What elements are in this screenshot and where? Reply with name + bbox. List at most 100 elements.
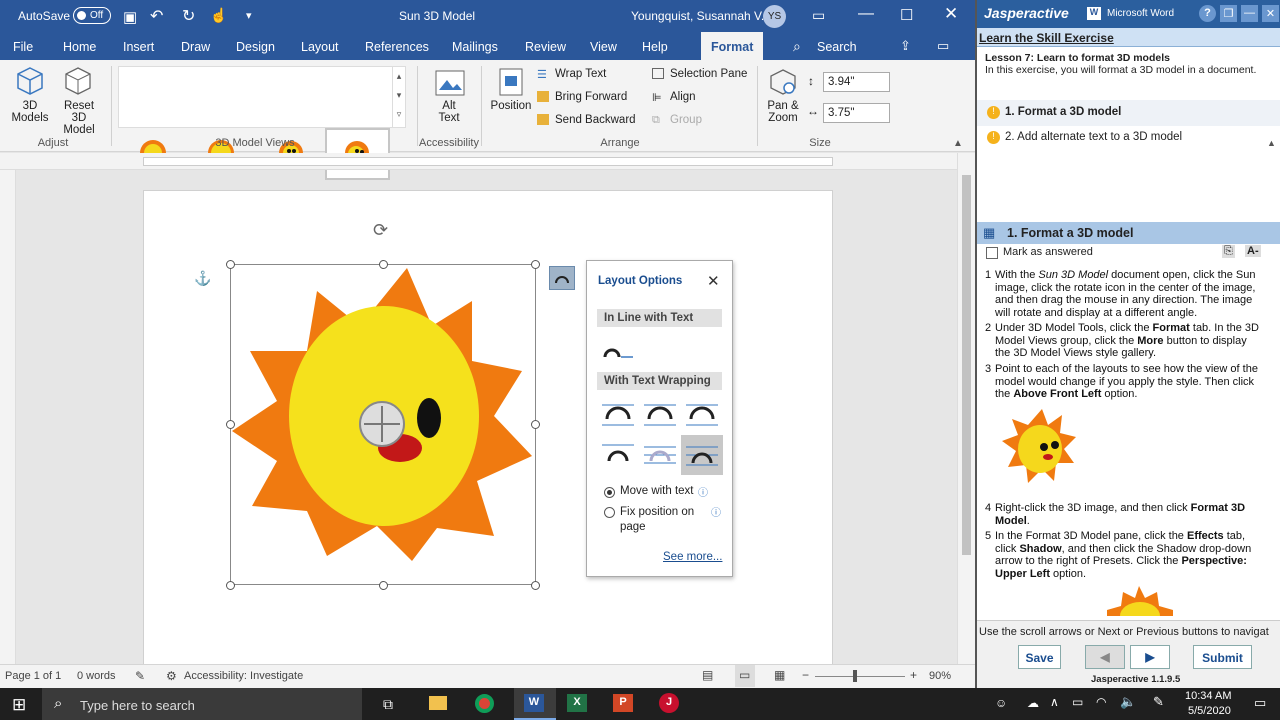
user-avatar[interactable]: YS — [763, 5, 786, 28]
network-icon[interactable]: ▭ — [1072, 695, 1083, 709]
people-icon[interactable]: ☺ — [995, 696, 1007, 710]
zoom-slider-thumb[interactable] — [853, 670, 857, 682]
undo-icon[interactable]: ↶ — [150, 6, 163, 26]
restore-icon[interactable]: ❐ — [1220, 5, 1237, 22]
print-layout-icon[interactable]: ▭ — [735, 665, 755, 687]
minimize-icon[interactable]: — — [1241, 5, 1258, 22]
accessibility-status[interactable]: Accessibility: Investigate — [184, 670, 303, 682]
read-mode-icon[interactable]: ▤ — [702, 668, 713, 682]
onedrive-icon[interactable]: ☁ — [1027, 696, 1039, 710]
previous-button[interactable]: ◀ — [1085, 645, 1125, 669]
maximize-icon[interactable]: ☐ — [900, 6, 913, 24]
close-icon[interactable]: ✕ — [1262, 5, 1279, 22]
volume-icon[interactable]: 🔈 — [1120, 694, 1136, 710]
zoom-slider[interactable] — [815, 676, 905, 677]
wrap-tight-icon[interactable] — [643, 399, 677, 429]
wifi-icon[interactable]: ◠ — [1096, 695, 1106, 709]
copy-icon[interactable]: ⎘ — [1222, 245, 1235, 258]
wrap-through-icon[interactable] — [685, 399, 719, 429]
comments-icon[interactable]: ▭ — [937, 38, 949, 54]
width-input[interactable]: 3.75" — [823, 103, 890, 123]
sun-3d-model-image[interactable] — [232, 266, 532, 566]
zoom-out-icon[interactable]: − — [802, 668, 809, 682]
tab-draw[interactable]: Draw — [181, 40, 210, 54]
customize-qat-icon[interactable]: ▾ — [246, 9, 252, 22]
jasperactive-app-icon[interactable]: J — [659, 693, 679, 713]
zoom-in-icon[interactable]: + — [910, 668, 917, 682]
web-layout-icon[interactable]: ▦ — [774, 668, 785, 682]
taskbar-word-active[interactable]: W — [514, 688, 556, 720]
fix-position-radio[interactable] — [604, 507, 615, 518]
tab-design[interactable]: Design — [236, 40, 275, 54]
rotate-handle-icon[interactable]: ⟳ — [373, 220, 388, 241]
horizontal-ruler[interactable] — [0, 153, 957, 170]
wrap-square-icon[interactable] — [601, 399, 635, 429]
gallery-scroll[interactable]: ▴ ▾ ▿ — [392, 67, 405, 127]
tab-home[interactable]: Home — [63, 40, 96, 54]
word-count[interactable]: 0 words — [77, 670, 116, 682]
collapse-ribbon-icon[interactable]: ▲ — [953, 138, 963, 149]
selection-pane-button[interactable]: Selection Pane — [670, 68, 747, 80]
close-icon[interactable]: ✕ — [707, 272, 720, 290]
tab-help[interactable]: Help — [642, 40, 668, 54]
wrap-inline-icon[interactable] — [601, 337, 635, 367]
group-button[interactable]: Group — [670, 114, 702, 126]
wrap-top-bottom-icon[interactable] — [601, 441, 635, 471]
submit-button[interactable]: Submit — [1193, 645, 1252, 669]
show-hidden-icons[interactable]: ∧ — [1050, 695, 1059, 709]
reset-3d-model-button[interactable]: Reset 3D Model — [56, 100, 102, 136]
chevron-up-icon[interactable]: ▲ — [1267, 138, 1276, 148]
resize-handle[interactable] — [531, 581, 540, 590]
height-input[interactable]: 3.94" — [823, 72, 890, 92]
close-icon[interactable]: ✕ — [944, 4, 958, 24]
save-button[interactable]: Save — [1018, 645, 1061, 669]
mark-answered-checkbox[interactable] — [986, 247, 998, 259]
proofing-icon[interactable]: ✎ — [135, 669, 145, 683]
resize-handle[interactable] — [226, 581, 235, 590]
bring-forward-button[interactable]: Bring Forward — [555, 91, 627, 103]
tab-review[interactable]: Review — [525, 40, 566, 54]
notifications-icon[interactable]: ▭ — [1254, 695, 1266, 711]
tab-insert[interactable]: Insert — [123, 40, 154, 54]
touch-mode-icon[interactable]: ☝ — [210, 7, 227, 24]
redo-icon[interactable]: ↻ — [182, 6, 195, 26]
resize-handle[interactable] — [379, 581, 388, 590]
file-explorer-icon[interactable] — [429, 696, 447, 710]
search-box[interactable]: Search — [817, 40, 857, 54]
task-list-item[interactable]: ! 2. Add alternate text to a 3D model — [977, 126, 1280, 150]
resize-handle[interactable] — [531, 420, 540, 429]
windows-start-icon[interactable]: ⊞ — [12, 695, 26, 715]
alt-text-button[interactable]: Alt Text — [434, 100, 464, 124]
excel-icon[interactable]: X — [567, 694, 587, 712]
wrap-in-front-icon[interactable] — [685, 441, 719, 471]
input-method-icon[interactable]: ✎ — [1153, 694, 1164, 710]
tab-mailings[interactable]: Mailings — [452, 40, 498, 54]
clock-time[interactable]: 10:34 AM — [1185, 690, 1231, 702]
info-icon[interactable]: ⓘ — [711, 504, 721, 519]
task-view-icon[interactable]: ⧉ — [383, 696, 393, 713]
tab-format[interactable]: Format — [701, 32, 764, 60]
position-button[interactable]: Position — [488, 100, 534, 112]
next-button[interactable]: ▶ — [1130, 645, 1170, 669]
resize-handle[interactable] — [531, 260, 540, 269]
tab-references[interactable]: References — [365, 40, 429, 54]
wrap-text-button[interactable]: Wrap Text — [555, 68, 606, 80]
decrease-font-icon[interactable]: A- — [1245, 245, 1261, 257]
tab-layout[interactable]: Layout — [301, 40, 339, 54]
clock-date[interactable]: 5/5/2020 — [1188, 705, 1231, 717]
taskbar-search[interactable]: ⌕ Type here to search — [42, 688, 362, 720]
tab-view[interactable]: View — [590, 40, 617, 54]
vertical-scrollbar[interactable] — [957, 153, 975, 664]
3d-models-button[interactable]: 3D Models — [4, 100, 56, 124]
help-icon[interactable]: ? — [1199, 5, 1216, 22]
layout-options-button[interactable] — [549, 266, 575, 290]
wrap-behind-text-icon[interactable] — [643, 441, 677, 471]
see-more-link[interactable]: See more... — [663, 551, 722, 563]
pan-zoom-button[interactable]: Pan & Zoom — [762, 100, 804, 124]
vertical-ruler[interactable] — [0, 170, 16, 664]
info-icon[interactable]: ⓘ — [698, 484, 708, 499]
task-list-item-active[interactable]: ! 1. Format a 3D model — [977, 100, 1280, 126]
chrome-icon[interactable] — [475, 694, 494, 713]
save-icon[interactable]: ▣ — [123, 8, 137, 26]
zoom-level[interactable]: 90% — [929, 670, 951, 682]
